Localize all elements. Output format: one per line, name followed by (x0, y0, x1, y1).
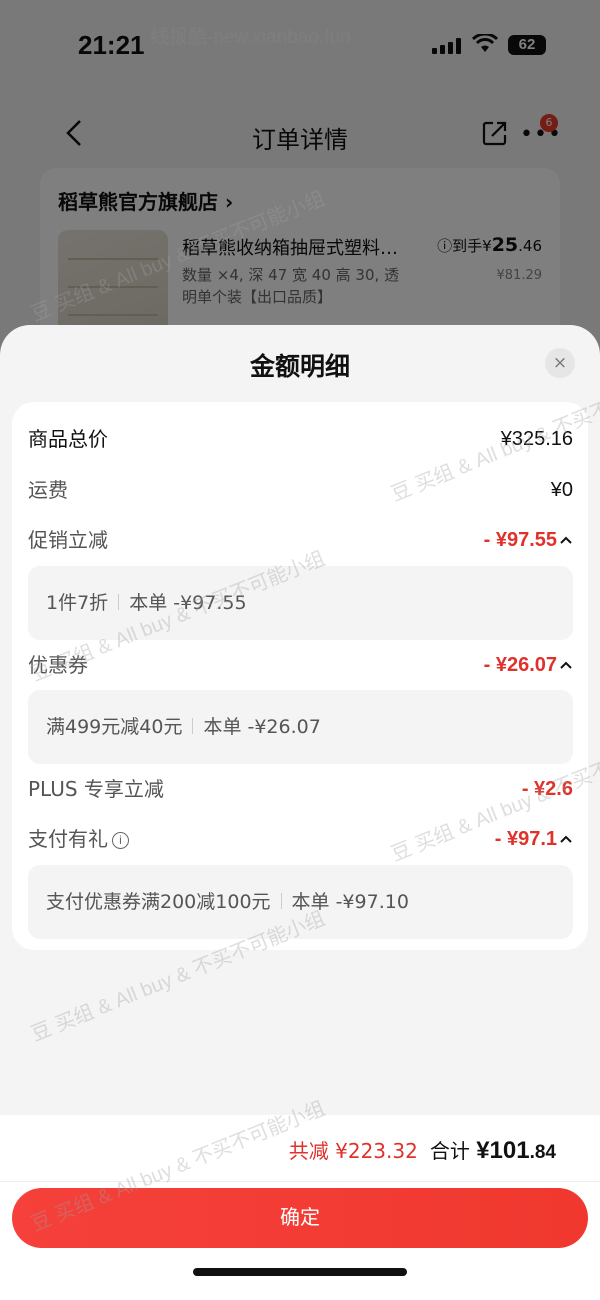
total-reduction: 共减 ¥223.32 (288, 1139, 418, 1163)
row-label: 运费 (28, 478, 68, 502)
divider (280, 893, 282, 909)
close-button[interactable]: × (545, 348, 575, 378)
footer-divider (0, 1181, 600, 1182)
footer-bar: 共减 ¥223.32 合计 ¥101.84 确定 (0, 1115, 600, 1300)
total-label: 合计 (429, 1139, 477, 1163)
home-indicator (193, 1268, 407, 1276)
promo-row[interactable]: 促销立减 - ¥97.55 (28, 523, 573, 557)
plus-row: PLUS 专享立减 - ¥2.6 (28, 772, 573, 806)
row-value: - ¥2.6 (521, 778, 573, 800)
detail-text: 支付优惠券满200减100元 本单 -¥97.10 (46, 865, 409, 939)
row-value: - ¥26.07 (483, 654, 557, 676)
row-value: ¥325.16 (500, 428, 573, 450)
detail-amount: 本单 -¥97.10 (291, 891, 409, 913)
divider (192, 718, 194, 734)
row-value: - ¥97.1 (494, 828, 557, 850)
row-label: 优惠券 (28, 653, 88, 677)
promo-detail: 1件7折 本单 -¥97.55 (28, 566, 573, 640)
detail-rule: 1件7折 (46, 592, 109, 614)
row-value: - ¥97.55 (483, 529, 557, 551)
chevron-up-icon[interactable] (559, 832, 573, 846)
detail-card: 商品总价 ¥325.16 运费 ¥0 促销立减 - ¥97.55 1件7折 本单 … (12, 402, 588, 950)
row-label: PLUS 专享立减 (28, 777, 164, 801)
coupon-detail: 满499元减40元 本单 -¥26.07 (28, 690, 573, 764)
amount-detail-sheet: 金额明细 × 商品总价 ¥325.16 运费 ¥0 促销立减 - ¥97.55 … (0, 325, 600, 1300)
info-icon[interactable]: i (112, 832, 129, 849)
row-label: 商品总价 (28, 427, 108, 451)
detail-text: 1件7折 本单 -¥97.55 (46, 566, 247, 640)
sheet-title: 金额明细 (249, 352, 350, 381)
chevron-up-icon[interactable] (559, 658, 573, 672)
detail-text: 满499元减40元 本单 -¥26.07 (46, 690, 321, 764)
row-label: 支付有礼 i (28, 822, 129, 856)
detail-amount: 本单 -¥97.55 (129, 592, 247, 614)
goods-total-row: 商品总价 ¥325.16 (28, 422, 573, 456)
coupon-row[interactable]: 优惠券 - ¥26.07 (28, 648, 573, 682)
total-decimal: .84 (529, 1142, 556, 1163)
chevron-up-icon[interactable] (559, 533, 573, 547)
confirm-button[interactable]: 确定 (12, 1188, 588, 1248)
row-value: ¥0 (550, 479, 573, 501)
row-label-text: 支付有礼 (28, 827, 108, 851)
pay-gift-detail: 支付优惠券满200减100元 本单 -¥97.10 (28, 865, 573, 939)
divider (118, 594, 120, 610)
detail-rule: 支付优惠券满200减100元 (46, 891, 271, 913)
detail-rule: 满499元减40元 (46, 716, 183, 738)
detail-amount: 本单 -¥26.07 (203, 716, 321, 738)
row-label: 促销立减 (28, 528, 108, 552)
total-integer: ¥101 (476, 1137, 530, 1164)
amount-summary: 共减 ¥223.32 合计 ¥101.84 (289, 1135, 556, 1165)
shipping-row: 运费 ¥0 (28, 473, 573, 507)
pay-gift-row[interactable]: 支付有礼 i - ¥97.1 (28, 822, 573, 856)
